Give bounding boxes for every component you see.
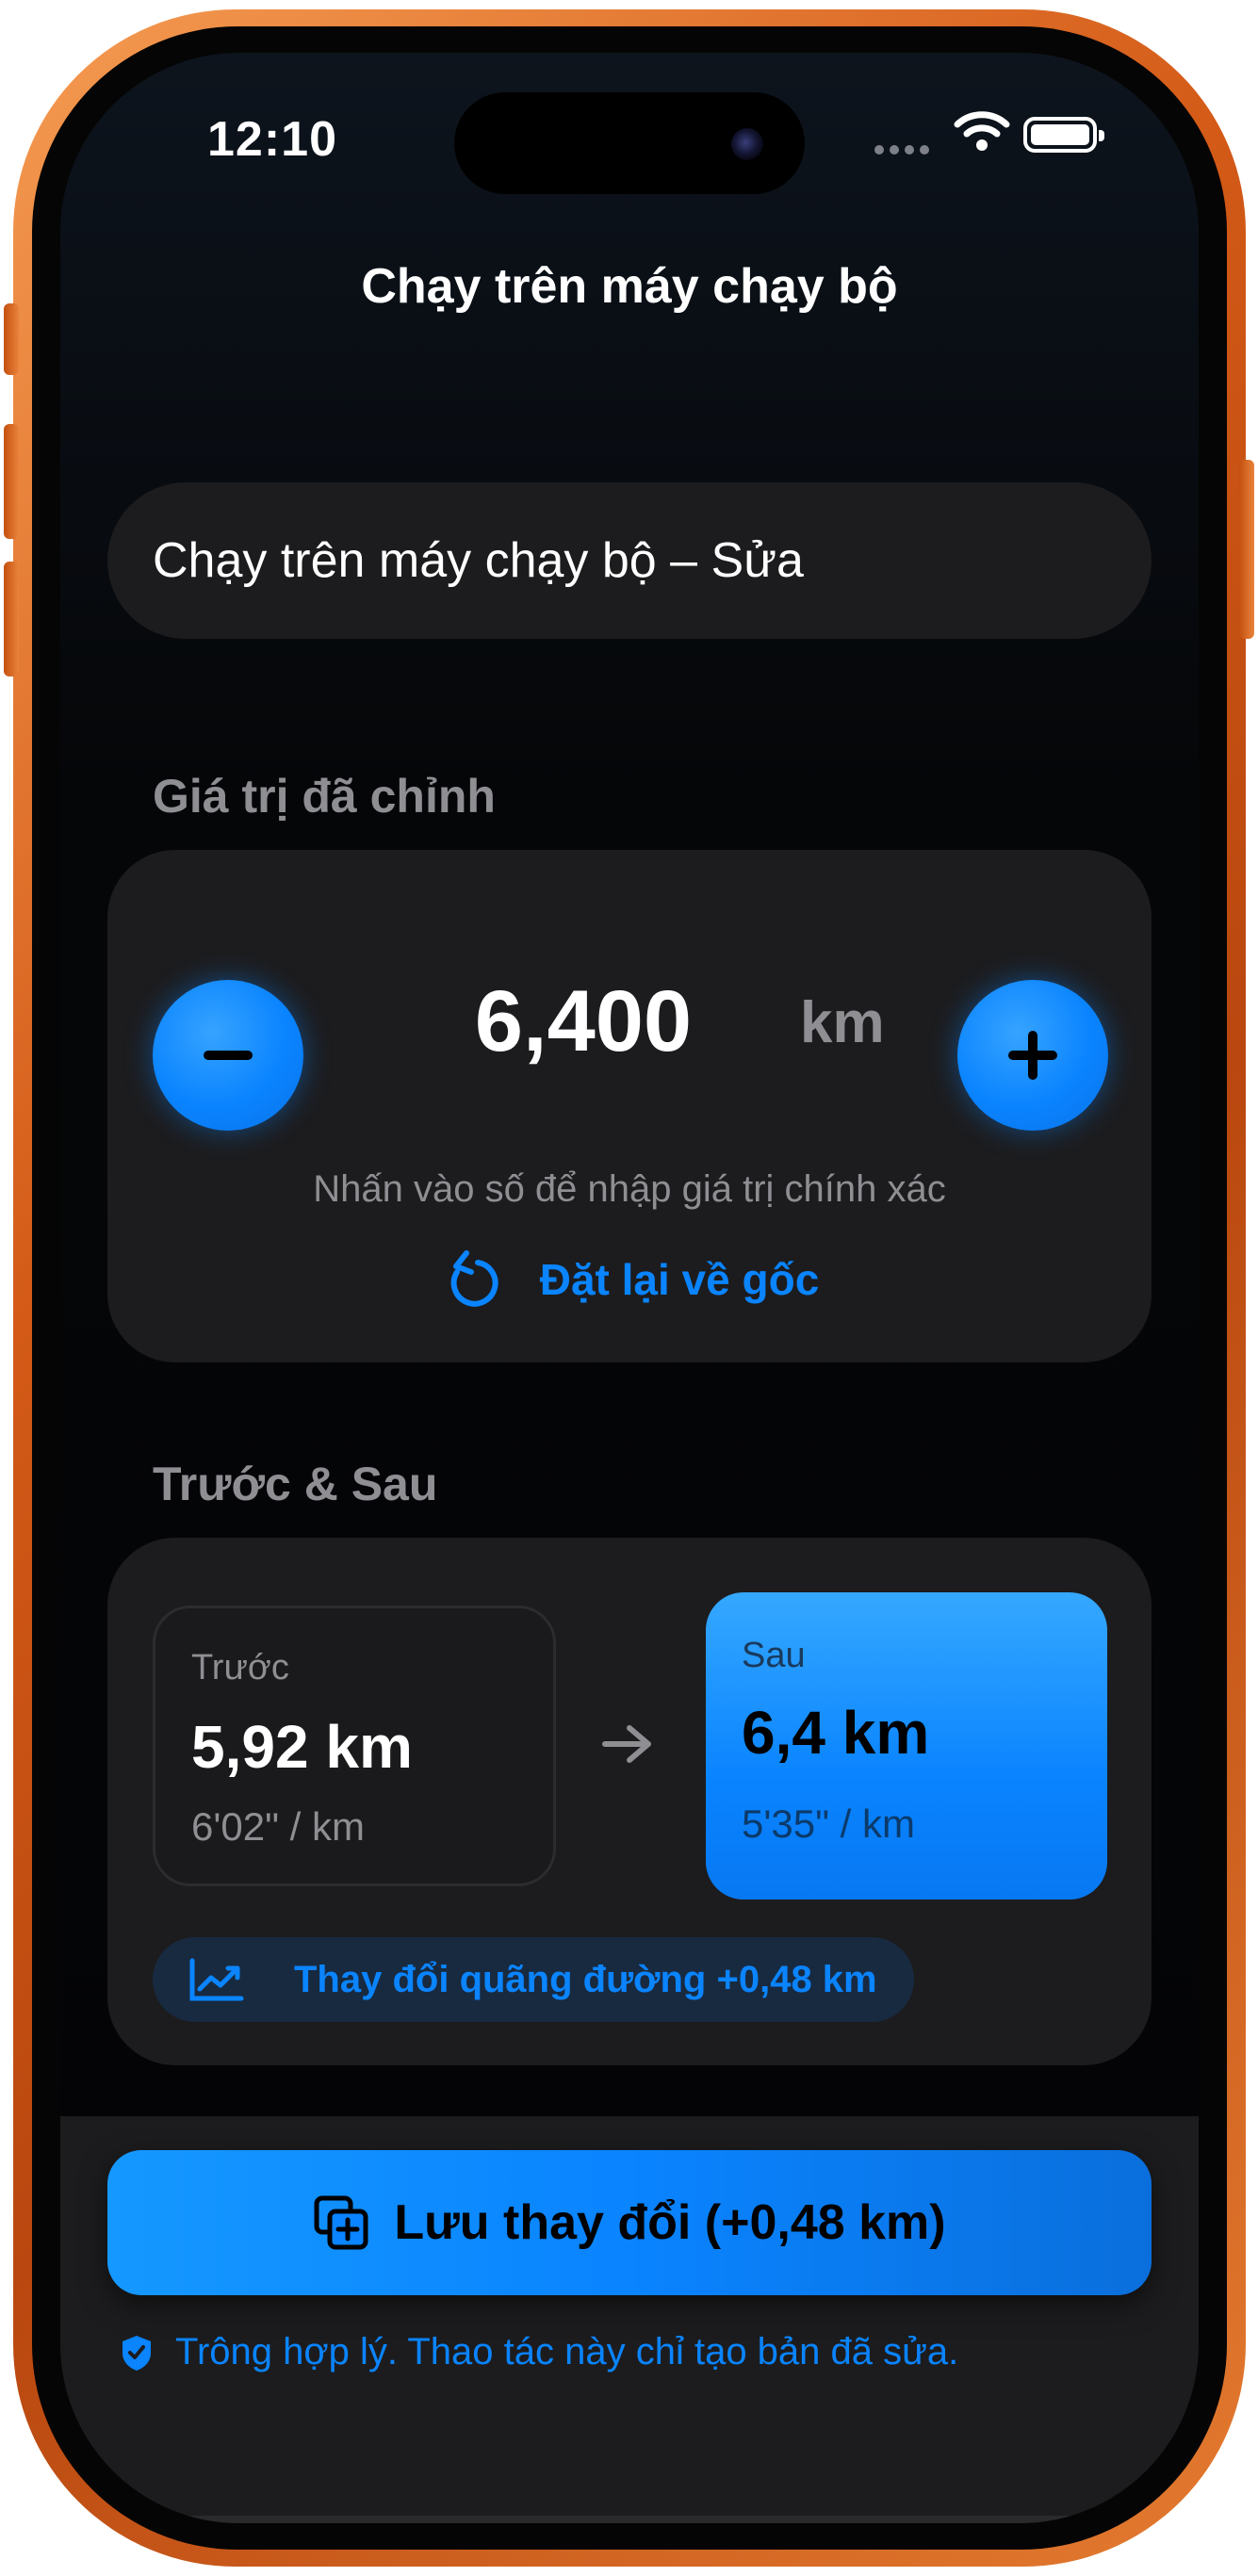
battery-icon — [1023, 117, 1104, 153]
shield-check-icon — [123, 2335, 151, 2371]
before-box: Trước 5,92 km 6'02" / km — [153, 1606, 556, 1886]
save-changes-label: Lưu thay đổi (+0,48 km) — [394, 2195, 946, 2250]
increment-button[interactable] — [957, 980, 1108, 1131]
validation-note-text: Trông hợp lý. Thao tác này chỉ tạo bản đ… — [175, 2331, 959, 2372]
trend-up-icon — [189, 1958, 244, 2001]
adjusted-value[interactable]: 6,400 — [442, 972, 725, 1071]
value-unit: km — [800, 990, 885, 1055]
wifi-icon — [954, 111, 1010, 151]
signal-icon — [874, 145, 931, 156]
before-value: 5,92 km — [191, 1713, 413, 1781]
minus-icon — [204, 1051, 253, 1060]
after-box: Sau 6,4 km 5'35" / km — [706, 1592, 1107, 1899]
page-title: Chạy trên máy chạy bộ — [361, 259, 898, 314]
decrement-button[interactable] — [153, 980, 303, 1131]
value-hint: Nhấn vào số để nhập giá trị chính xác — [313, 1168, 946, 1210]
before-pace: 6'02" / km — [191, 1804, 365, 1849]
camera-icon — [731, 128, 763, 160]
action-button — [4, 303, 19, 375]
duplicate-add-icon — [314, 2195, 368, 2250]
save-changes-button[interactable]: Lưu thay đổi (+0,48 km) — [107, 2150, 1152, 2295]
before-after-section-label: Trước & Sau — [153, 1458, 438, 1510]
after-caption: Sau — [742, 1636, 806, 1675]
reset-icon — [450, 1250, 498, 1307]
status-time: 12:10 — [207, 112, 337, 167]
distance-change-badge: Thay đổi quãng đường +0,48 km — [153, 1937, 914, 2022]
volume-down-button — [4, 562, 19, 677]
power-button — [1239, 460, 1254, 639]
distance-change-label: Thay đổi quãng đường +0,48 km — [294, 1958, 877, 2000]
before-caption: Trước — [191, 1648, 289, 1687]
reset-label: Đặt lại về gốc — [539, 1255, 820, 1304]
adjusted-value-section-label: Giá trị đã chỉnh — [153, 770, 496, 823]
home-indicator — [107, 2516, 1152, 2523]
bottom-action-panel: Lưu thay đổi (+0,48 km) Trông hợp lý. Th… — [60, 2116, 1199, 2523]
validation-note: Trông hợp lý. Thao tác này chỉ tạo bản đ… — [121, 2331, 958, 2373]
after-value: 6,4 km — [742, 1699, 930, 1767]
activity-name-field[interactable]: Chạy trên máy chạy bộ – Sửa — [107, 482, 1152, 639]
before-after-card: Trước 5,92 km 6'02" / km Sau 6,4 km 5'35… — [107, 1538, 1152, 2065]
arrow-right-icon — [602, 1725, 651, 1763]
after-pace: 5'35" / km — [742, 1802, 915, 1846]
screen: 12:10 Chạy trên máy chạy bộ Chạy trên má… — [60, 53, 1199, 2523]
volume-up-button — [4, 424, 19, 539]
reset-to-original-button[interactable]: Đặt lại về gốc — [107, 1246, 1152, 1313]
adjusted-value-card: 6,400 km Nhấn vào số để nhập giá trị chí… — [107, 850, 1152, 1362]
